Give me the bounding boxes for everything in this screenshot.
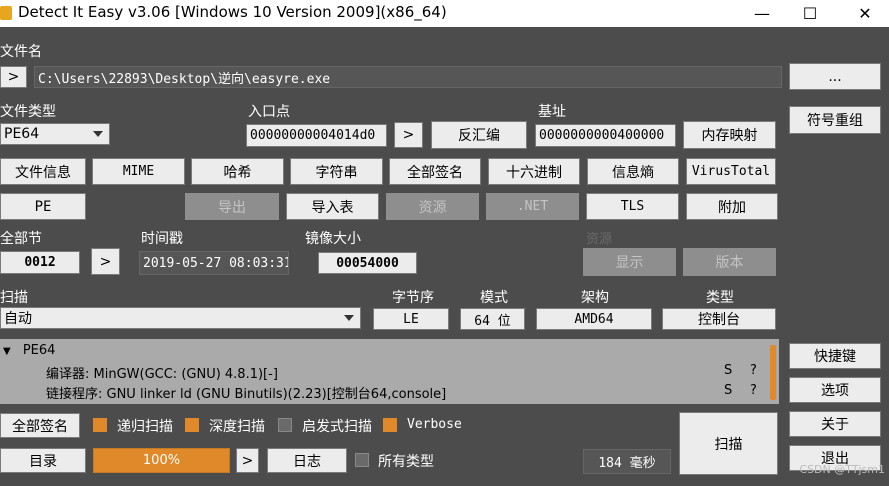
resources-button: 资源 bbox=[386, 193, 479, 220]
timestamp-label: 时间戳 bbox=[141, 231, 183, 247]
tree-root-label: PE64 bbox=[22, 343, 56, 358]
signature-info-button[interactable]: ? bbox=[750, 383, 757, 398]
all-types-label: 所有类型 bbox=[378, 454, 434, 470]
watermark: CSDN @TTjsm1 bbox=[799, 463, 885, 476]
entry-point-field[interactable]: 00000000004014d0 bbox=[246, 124, 387, 147]
deep-scan-checkbox[interactable] bbox=[185, 418, 199, 432]
tree-item-linker[interactable]: 链接程序: GNU linker ld (GNU Binutils)(2.23)… bbox=[46, 383, 446, 402]
recursive-scan-label: 递归扫描 bbox=[117, 419, 173, 435]
close-button[interactable]: ✕ bbox=[841, 0, 889, 27]
tree-item-compiler[interactable]: 编译器: MinGW(GCC: (GNU) 4.8.1)[-] bbox=[46, 363, 278, 382]
bottom-all-signatures-button[interactable]: 全部签名 bbox=[0, 413, 80, 438]
resources-show-button: 显示 bbox=[583, 248, 676, 276]
about-button[interactable]: 关于 bbox=[789, 411, 881, 437]
heuristic-scan-label: 启发式扫描 bbox=[302, 419, 372, 435]
log-button[interactable]: 日志 bbox=[267, 448, 347, 473]
hash-button[interactable]: 哈希 bbox=[191, 158, 284, 185]
collapse-triangle-icon: ▼ bbox=[3, 346, 11, 357]
type-label: 类型 bbox=[706, 290, 734, 306]
base-address-label: 基址 bbox=[538, 104, 566, 120]
timestamp-field[interactable]: 2019-05-27 08:03:31 bbox=[139, 251, 289, 275]
signature-s-button[interactable]: S bbox=[724, 363, 732, 378]
file-type-label: 文件类型 bbox=[0, 104, 56, 120]
endian-field: LE bbox=[373, 308, 449, 330]
signature-info-button[interactable]: ? bbox=[750, 363, 757, 378]
recursive-scan-checkbox[interactable] bbox=[93, 418, 107, 432]
tree-node-pe64[interactable]: ▼ PE64 bbox=[3, 343, 55, 358]
scan-label: 扫描 bbox=[0, 290, 28, 306]
virustotal-button[interactable]: VirusTotal bbox=[686, 158, 776, 185]
maximize-button[interactable]: ☐ bbox=[786, 0, 834, 27]
entry-point-label: 入口点 bbox=[248, 104, 290, 120]
file-type-value: PE64 bbox=[4, 126, 40, 142]
shortcuts-button[interactable]: 快捷键 bbox=[789, 343, 881, 369]
resources-version-button: 版本 bbox=[683, 248, 776, 276]
sections-label: 全部节 bbox=[0, 231, 42, 247]
verbose-label: Verbose bbox=[407, 417, 462, 432]
title-bar: Detect It Easy v3.06 [Windows 10 Version… bbox=[0, 0, 889, 27]
sections-field[interactable]: 0012 bbox=[0, 251, 80, 274]
directory-button[interactable]: 目录 bbox=[0, 448, 86, 473]
arch-field: AMD64 bbox=[536, 308, 652, 330]
app-icon bbox=[0, 6, 12, 20]
all-signatures-button[interactable]: 全部签名 bbox=[389, 158, 481, 185]
all-types-checkbox[interactable] bbox=[355, 453, 369, 467]
scan-mode-select[interactable]: 自动 bbox=[0, 307, 361, 329]
tls-button[interactable]: TLS bbox=[586, 193, 679, 220]
mode-field: 64 位 bbox=[460, 308, 525, 330]
file-expand-button[interactable]: > bbox=[0, 66, 27, 88]
type-field: 控制台 bbox=[662, 308, 776, 330]
chevron-down-icon bbox=[344, 315, 354, 321]
scan-time-field: 184 毫秒 bbox=[583, 449, 671, 474]
memory-map-button[interactable]: 内存映射 bbox=[683, 121, 776, 149]
heuristic-scan-checkbox[interactable] bbox=[278, 418, 292, 432]
export-button: 导出 bbox=[185, 193, 279, 220]
chevron-down-icon bbox=[93, 131, 103, 137]
pe-button[interactable]: PE bbox=[0, 193, 86, 220]
entropy-button[interactable]: 信息熵 bbox=[587, 158, 679, 185]
strings-button[interactable]: 字符串 bbox=[290, 158, 383, 185]
import-button[interactable]: 导入表 bbox=[286, 193, 379, 220]
scan-button[interactable]: 扫描 bbox=[679, 412, 778, 475]
arch-label: 架构 bbox=[581, 290, 609, 306]
browse-button[interactable]: ... bbox=[789, 63, 881, 90]
disassemble-button[interactable]: 反汇编 bbox=[431, 121, 527, 149]
symbols-button[interactable]: 符号重组 bbox=[789, 106, 881, 134]
sections-go-button[interactable]: > bbox=[91, 248, 120, 275]
base-address-field[interactable]: 0000000000400000 bbox=[535, 124, 676, 147]
scan-mode-value: 自动 bbox=[4, 311, 32, 327]
signature-s-button[interactable]: S bbox=[724, 383, 732, 398]
verbose-checkbox[interactable] bbox=[383, 418, 397, 432]
overlay-button[interactable]: 附加 bbox=[686, 193, 778, 220]
resources-group-label: 资源 bbox=[586, 232, 613, 247]
results-scrollbar[interactable] bbox=[770, 341, 778, 403]
file-name-label: 文件名 bbox=[0, 44, 42, 60]
scan-progress-bar: 100% bbox=[93, 448, 230, 473]
options-button[interactable]: 选项 bbox=[789, 377, 881, 403]
progress-go-button[interactable]: > bbox=[236, 448, 259, 473]
file-info-button[interactable]: 文件信息 bbox=[0, 158, 86, 185]
hex-button[interactable]: 十六进制 bbox=[488, 158, 580, 185]
window-title: Detect It Easy v3.06 [Windows 10 Version… bbox=[18, 3, 447, 21]
dotnet-button: .NET bbox=[486, 193, 579, 220]
file-path-field[interactable]: C:\Users\22893\Desktop\逆向\easyre.exe bbox=[34, 66, 782, 88]
scrollbar-thumb[interactable] bbox=[770, 345, 776, 400]
minimize-button[interactable]: — bbox=[738, 0, 786, 27]
deep-scan-label: 深度扫描 bbox=[209, 419, 265, 435]
entry-point-go-button[interactable]: > bbox=[394, 122, 423, 148]
image-size-label: 镜像大小 bbox=[305, 231, 361, 247]
image-size-field[interactable]: 00054000 bbox=[318, 252, 417, 274]
mode-label: 模式 bbox=[480, 290, 508, 306]
results-tree[interactable]: ▼ PE64 编译器: MinGW(GCC: (GNU) 4.8.1)[-] S… bbox=[0, 339, 779, 404]
file-type-select[interactable]: PE64 bbox=[0, 123, 110, 145]
mime-button[interactable]: MIME bbox=[92, 158, 185, 185]
endian-label: 字节序 bbox=[392, 290, 434, 306]
